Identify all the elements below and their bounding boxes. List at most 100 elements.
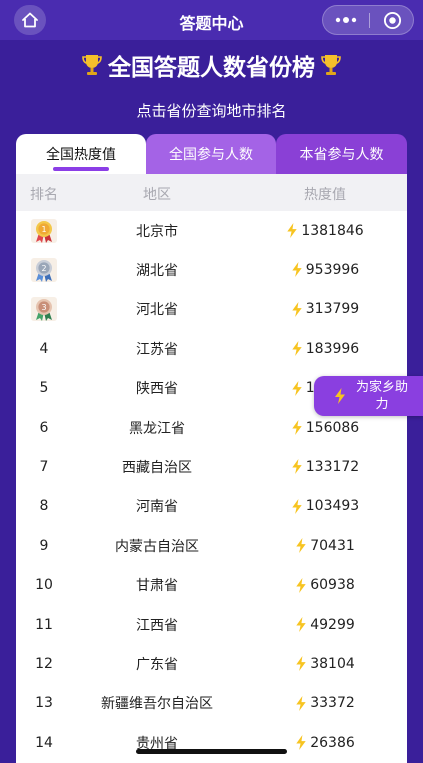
- rank-number: 1: [41, 225, 46, 234]
- column-header-heat: 热度值: [304, 187, 346, 203]
- rank-number: 10: [35, 577, 53, 594]
- heat-value: 1381846: [301, 222, 364, 239]
- page-title: 全国答题人数省份榜: [0, 50, 423, 81]
- heat-value-cell: 49299: [262, 605, 388, 644]
- heat-value-cell: 1381846: [262, 211, 388, 250]
- column-header-rank: 排名: [30, 187, 58, 203]
- mini-program-capsule: [322, 5, 414, 35]
- close-circle-icon[interactable]: [383, 11, 402, 30]
- region-name: 北京市: [136, 223, 178, 240]
- lightning-icon: [292, 341, 302, 357]
- heat-value-cell: 953996: [262, 250, 388, 289]
- lightning-icon: [292, 301, 302, 317]
- heat-value: 313799: [305, 301, 360, 318]
- active-tab-indicator: [53, 167, 109, 171]
- rank-number: 7: [39, 458, 49, 475]
- page-title-text: 全国答题人数省份榜: [108, 55, 315, 81]
- heat-value: 33372: [310, 695, 355, 712]
- subtitle: 点击省份查询地市排名: [136, 102, 287, 120]
- rank-number: 12: [35, 655, 53, 672]
- ranking-table: 排名 地区 热度值 1 北京市 1381846 2 湖北省 953996 3 河北省 31379…: [16, 174, 407, 763]
- table-row[interactable]: 1 北京市 1381846: [16, 211, 407, 250]
- lightning-icon: [296, 656, 306, 672]
- lightning-icon: [292, 262, 302, 278]
- lightning-icon: [335, 388, 345, 404]
- table-row[interactable]: 12 广东省 38104: [16, 644, 407, 683]
- table-row[interactable]: 11 江西省 49299: [16, 605, 407, 644]
- heat-value-cell: 33372: [262, 684, 388, 723]
- region-name: 甘肃省: [136, 578, 178, 595]
- rank-number: 6: [39, 419, 49, 436]
- heat-value: 70431: [310, 537, 355, 554]
- support-button-label: 为家乡助力: [355, 380, 408, 412]
- trophy-icon: [321, 55, 341, 75]
- heat-value-cell: 38104: [262, 644, 388, 683]
- support-hometown-button[interactable]: 为家乡助力: [314, 376, 423, 416]
- region-name: 贵州省: [136, 735, 178, 752]
- lightning-icon: [296, 538, 306, 554]
- lightning-icon: [296, 735, 306, 751]
- region-name: 西藏自治区: [122, 459, 192, 476]
- heat-value-cell: 26386: [262, 723, 388, 762]
- home-indicator: [136, 749, 287, 754]
- heat-value: 953996: [305, 261, 360, 278]
- medal-silver-icon: 2: [16, 250, 72, 289]
- rank-number: 9: [39, 537, 49, 554]
- heat-value: 49299: [310, 616, 355, 633]
- lightning-icon: [287, 223, 297, 238]
- lightning-icon: [292, 459, 302, 475]
- column-header-region: 地区: [143, 187, 171, 203]
- table-row[interactable]: 4 江苏省 183996: [16, 329, 407, 368]
- capsule-divider: [369, 13, 370, 28]
- region-name: 湖北省: [136, 262, 178, 279]
- table-header: 排名 地区 热度值: [16, 174, 407, 211]
- tab-province-participants[interactable]: 本省参与人数: [276, 134, 407, 174]
- region-name: 江苏省: [136, 341, 178, 358]
- region-name: 河南省: [136, 499, 178, 516]
- heat-value-cell: 103493: [262, 487, 388, 526]
- rank-number: 13: [35, 695, 53, 712]
- heat-value: 183996: [305, 340, 360, 357]
- heat-value: 156086: [305, 419, 360, 436]
- table-row[interactable]: 10 甘肃省 60938: [16, 566, 407, 605]
- region-name: 广东省: [136, 656, 178, 673]
- region-name: 陕西省: [136, 381, 178, 398]
- region-name: 河北省: [136, 302, 178, 319]
- table-row[interactable]: 8 河南省 103493: [16, 487, 407, 526]
- rank-number: 3: [41, 303, 46, 312]
- lightning-icon: [296, 577, 306, 593]
- rank-number: 4: [39, 340, 49, 357]
- heat-value: 26386: [310, 734, 355, 751]
- region-name: 黑龙江省: [129, 420, 185, 437]
- region-name: 内蒙古自治区: [115, 538, 199, 555]
- rank-number: 5: [39, 380, 49, 397]
- heat-value-cell: 133172: [262, 447, 388, 486]
- lightning-icon: [292, 498, 302, 514]
- heat-value-cell: 183996: [262, 329, 388, 368]
- tab-national-participants[interactable]: 全国参与人数: [146, 134, 276, 174]
- lightning-icon: [292, 420, 302, 435]
- medal-gold-icon: 1: [16, 211, 72, 250]
- heat-value-cell: 60938: [262, 566, 388, 605]
- heat-value: 38104: [310, 655, 355, 672]
- navigation-bar: 答题中心: [0, 0, 423, 40]
- rank-number: 14: [35, 734, 53, 751]
- table-row[interactable]: 7 西藏自治区 133172: [16, 447, 407, 486]
- heat-value: 103493: [305, 498, 360, 515]
- table-row[interactable]: 9 内蒙古自治区 70431: [16, 526, 407, 565]
- more-dots-icon[interactable]: [335, 12, 357, 28]
- lightning-icon: [296, 617, 306, 632]
- rank-number: 2: [41, 264, 46, 273]
- heat-value-cell: 313799: [262, 290, 388, 329]
- table-row[interactable]: 13 新疆维吾尔自治区 33372: [16, 684, 407, 723]
- rank-number: 11: [35, 616, 53, 633]
- medal-bronze-icon: 3: [16, 290, 72, 329]
- lightning-icon: [296, 695, 306, 711]
- table-row[interactable]: 2 湖北省 953996: [16, 250, 407, 289]
- table-row[interactable]: 3 河北省 313799: [16, 290, 407, 329]
- rank-number: 8: [39, 498, 49, 515]
- table-row[interactable]: 14 贵州省 26386: [16, 723, 407, 762]
- heat-value: 133172: [305, 458, 360, 475]
- trophy-icon: [82, 55, 102, 75]
- heat-value: 60938: [310, 577, 355, 594]
